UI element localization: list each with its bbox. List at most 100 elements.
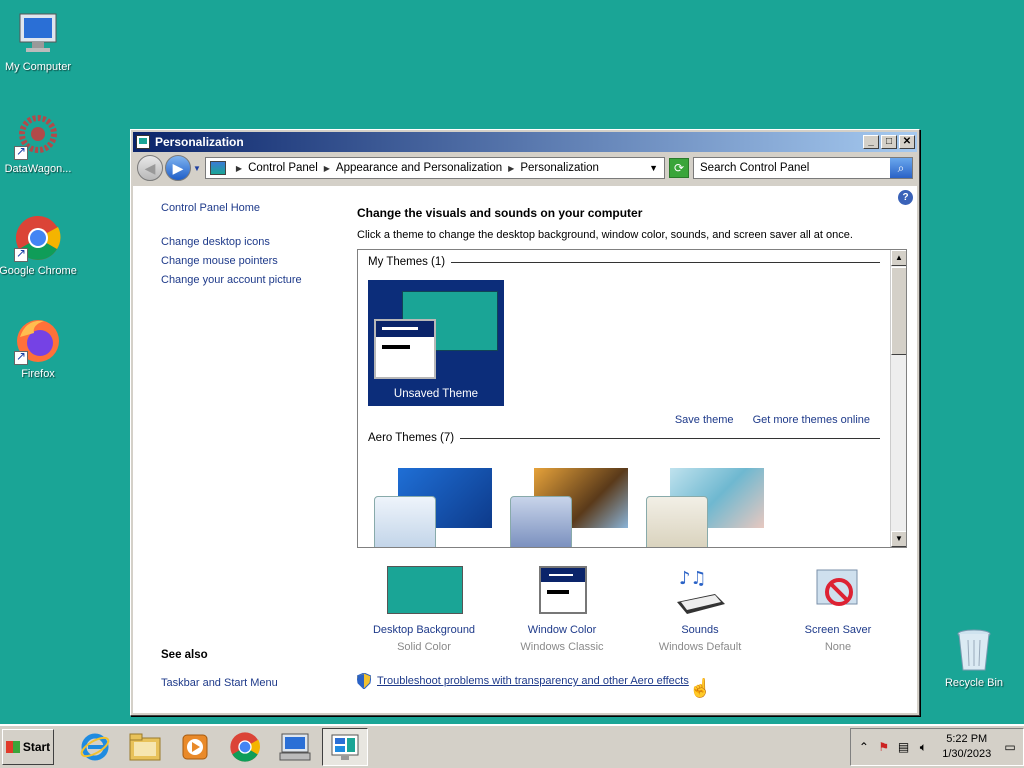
aero-themes-header: Aero Themes (7): [368, 432, 880, 444]
taskbar-on-screen-keyboard[interactable]: [272, 728, 318, 766]
taskbar-internet-explorer[interactable]: [72, 728, 118, 766]
address-dropdown-icon[interactable]: ▼: [649, 163, 658, 173]
window-color-value: Windows Classic: [520, 641, 604, 653]
desktop-background-icon: [355, 566, 493, 618]
chevron-right-icon[interactable]: ▶: [236, 164, 242, 173]
chrome-icon: [14, 214, 62, 262]
desktop-icon-datawagon[interactable]: DataWagon...: [0, 112, 78, 175]
forward-button[interactable]: ▶: [165, 155, 191, 181]
action-center-flag-icon[interactable]: ⚑: [877, 740, 891, 754]
content-area: ? Control Panel Home Change desktop icon…: [133, 186, 917, 713]
themes-scrollbar[interactable]: ▲ ▼: [890, 250, 906, 547]
media-player-icon: [182, 734, 208, 760]
shortcut-arrow-icon: [14, 246, 28, 262]
desktop-icon-firefox[interactable]: Firefox: [0, 317, 78, 380]
datawagon-icon: [14, 112, 62, 160]
scroll-up-button[interactable]: ▲: [891, 250, 906, 266]
themes-list: My Themes (1) Unsaved Theme Save theme G…: [357, 249, 907, 548]
get-more-themes-link[interactable]: Get more themes online: [753, 414, 870, 426]
window-title: Personalization: [155, 135, 244, 149]
my-computer-icon: [14, 10, 62, 58]
refresh-button[interactable]: ⟳: [669, 158, 689, 178]
personalization-icon: [136, 135, 150, 149]
window-color-icon: [493, 566, 631, 618]
theme-links: Save theme Get more themes online: [659, 414, 870, 426]
change-desktop-icons-link[interactable]: Change desktop icons: [161, 236, 331, 248]
see-also-heading: See also: [161, 649, 208, 661]
window-color-item[interactable]: Window Color Windows Classic: [493, 566, 631, 653]
breadcrumb-appearance[interactable]: Appearance and Personalization: [336, 162, 502, 174]
minimize-button[interactable]: _: [863, 135, 879, 149]
left-panel: Control Panel Home Change desktop icons …: [161, 202, 331, 293]
search-icon[interactable]: ⌕: [890, 158, 912, 178]
taskbar-personalization[interactable]: [322, 728, 368, 766]
recent-pages-dropdown-icon[interactable]: ▼: [193, 164, 201, 173]
system-tray: ⌃ ⚑ ▤ 🔈︎ 5:22 PM 1/30/2023 ▭: [850, 728, 1024, 766]
recycle-bin-icon: [950, 626, 998, 674]
screen-saver-value: None: [824, 641, 852, 653]
show-hidden-icons-icon[interactable]: ⌃: [857, 740, 871, 754]
scroll-thumb[interactable]: [891, 267, 906, 355]
search-box: ⌕: [693, 157, 913, 179]
aero-glass-preview: [510, 496, 572, 547]
folder-icon: [129, 733, 161, 761]
unsaved-theme-tile[interactable]: Unsaved Theme: [368, 280, 504, 406]
desktop-icon-label: My Computer: [4, 61, 72, 73]
hand-cursor-icon: ☝: [689, 678, 712, 698]
desktop-icon-my-computer[interactable]: My Computer: [0, 10, 78, 73]
sounds-value: Windows Default: [658, 641, 742, 653]
start-button[interactable]: Start: [2, 729, 54, 765]
save-theme-link[interactable]: Save theme: [675, 414, 734, 426]
scroll-down-button[interactable]: ▼: [891, 531, 906, 547]
desktop-icon-label: Recycle Bin: [944, 677, 1004, 689]
volume-icon[interactable]: 🔈︎: [916, 740, 930, 755]
desktop-background-label[interactable]: Desktop Background: [355, 624, 493, 636]
search-input[interactable]: [694, 158, 890, 178]
network-icon[interactable]: ▤: [897, 740, 911, 754]
back-button[interactable]: ◀: [137, 155, 163, 181]
change-account-picture-link[interactable]: Change your account picture: [161, 274, 331, 286]
sounds-label[interactable]: Sounds: [631, 624, 769, 636]
help-icon[interactable]: ?: [898, 190, 913, 205]
troubleshoot-row: Troubleshoot problems with transparency …: [357, 673, 689, 689]
firefox-icon: [14, 317, 62, 365]
chevron-right-icon[interactable]: ▶: [324, 164, 330, 173]
show-desktop-icon[interactable]: ▭: [1003, 740, 1017, 754]
chevron-right-icon[interactable]: ▶: [508, 164, 514, 173]
breadcrumb-personalization[interactable]: Personalization: [520, 162, 599, 174]
clock[interactable]: 5:22 PM 1/30/2023: [942, 732, 991, 762]
aero-theme-architecture[interactable]: [506, 462, 632, 547]
shortcut-arrow-icon: [14, 144, 28, 160]
address-bar[interactable]: ▶ Control Panel ▶ Appearance and Persona…: [204, 157, 665, 179]
desktop-icon-recycle-bin[interactable]: Recycle Bin: [934, 626, 1014, 689]
keyboard-icon: [279, 733, 311, 761]
maximize-button[interactable]: □: [881, 135, 897, 149]
taskbar-media-player[interactable]: [172, 728, 218, 766]
breadcrumb-control-panel[interactable]: Control Panel: [248, 162, 318, 174]
my-themes-header: My Themes (1): [368, 256, 880, 268]
screen-saver-label[interactable]: Screen Saver: [769, 624, 907, 636]
main-panel: Change the visuals and sounds on your co…: [357, 206, 903, 247]
control-panel-home-link[interactable]: Control Panel Home: [161, 202, 331, 214]
desktop-background-item[interactable]: Desktop Background Solid Color: [355, 566, 493, 653]
taskbar: Start ⌃ ⚑ ▤ 🔈︎ 5:22 PM 1/30/2023 ▭: [0, 724, 1024, 768]
sounds-item[interactable]: ♪♫ Sounds Windows Default: [631, 566, 769, 653]
taskbar-google-chrome[interactable]: [222, 728, 268, 766]
personalization-icon: [331, 734, 359, 760]
clock-date: 1/30/2023: [942, 748, 992, 760]
title-bar[interactable]: Personalization _ □ ✕: [133, 132, 917, 152]
window-color-label[interactable]: Window Color: [493, 624, 631, 636]
start-label: Start: [22, 740, 51, 754]
navigation-toolbar: ◀ ▶ ▼ ▶ Control Panel ▶ Appearance and P…: [133, 154, 917, 182]
change-mouse-pointers-link[interactable]: Change mouse pointers: [161, 255, 331, 267]
my-themes-label: My Themes (1): [368, 256, 446, 268]
desktop-icon-google-chrome[interactable]: Google Chrome: [0, 214, 78, 277]
troubleshoot-aero-link[interactable]: Troubleshoot problems with transparency …: [377, 675, 689, 687]
taskbar-file-explorer[interactable]: [122, 728, 168, 766]
screen-saver-item[interactable]: Screen Saver None: [769, 566, 907, 653]
close-button[interactable]: ✕: [899, 135, 915, 149]
aero-theme-characters[interactable]: [642, 462, 768, 547]
aero-theme-windows[interactable]: [370, 462, 496, 547]
aero-glass-preview: [374, 496, 436, 547]
taskbar-start-menu-link[interactable]: Taskbar and Start Menu: [161, 677, 278, 689]
